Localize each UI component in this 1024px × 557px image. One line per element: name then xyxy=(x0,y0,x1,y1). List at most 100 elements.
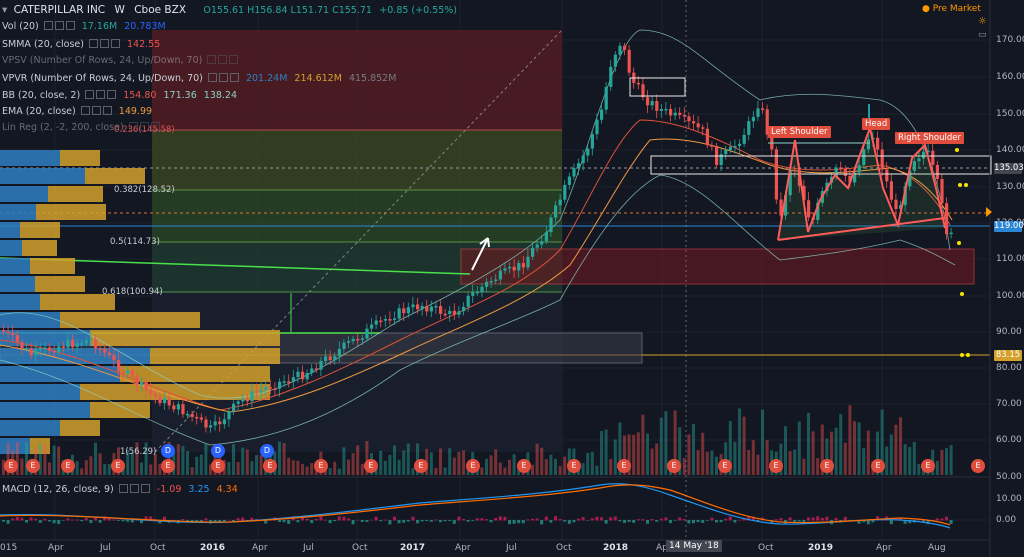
earnings-marker[interactable]: E xyxy=(26,459,40,473)
right-shoulder-label[interactable]: Right Shoulder xyxy=(895,132,964,144)
earnings-marker[interactable]: E xyxy=(466,459,480,473)
earnings-marker[interactable]: E xyxy=(971,459,985,473)
left-shoulder-label[interactable]: Left Shoulder xyxy=(768,126,831,138)
macd-histogram-bar xyxy=(669,520,672,524)
indicator-volume[interactable]: Vol (20) 17.16M 20.783M xyxy=(2,20,166,33)
macd-histogram-bar xyxy=(572,520,576,523)
indicator-ema[interactable]: EMA (20, close) 149.99 xyxy=(2,105,152,118)
dividend-marker[interactable]: D xyxy=(211,444,225,458)
earnings-marker[interactable]: E xyxy=(718,459,732,473)
volume-bar xyxy=(429,452,433,475)
earnings-marker[interactable]: E xyxy=(364,459,378,473)
volume-bar xyxy=(857,422,861,475)
macd-histogram-bar xyxy=(655,520,659,522)
earnings-marker[interactable]: E xyxy=(667,459,681,473)
time-tick: Apr xyxy=(455,543,471,553)
earnings-marker[interactable]: E xyxy=(61,459,75,473)
candle-body xyxy=(692,121,696,124)
visibility-icon[interactable] xyxy=(207,73,217,82)
indicator-vpsv[interactable]: VPSV (Number Of Rows, 24, Up/Down, 70) xyxy=(2,54,239,67)
visibility-icon[interactable] xyxy=(88,39,98,48)
earnings-marker[interactable]: E xyxy=(314,459,328,473)
candle-body xyxy=(724,150,728,155)
settings-icon[interactable] xyxy=(129,484,139,493)
settings-icon[interactable] xyxy=(218,73,228,82)
settings-icon[interactable] xyxy=(96,90,106,99)
settings-icon[interactable] xyxy=(54,21,64,30)
volume-bar xyxy=(328,468,332,475)
volume-bar xyxy=(908,447,912,475)
volume-bar xyxy=(190,467,194,475)
candle-body xyxy=(186,413,190,416)
time-tick: Aug xyxy=(928,543,946,553)
volume-bar xyxy=(839,414,843,475)
macd-histogram-bar xyxy=(337,516,341,521)
pre-market-badge[interactable]: ● Pre Market xyxy=(922,4,981,14)
earnings-marker[interactable]: E xyxy=(820,459,834,473)
interval-label[interactable]: W xyxy=(114,4,124,16)
earnings-marker[interactable]: E xyxy=(414,459,428,473)
indicator-macd[interactable]: MACD (12, 26, close, 9) -1.09 3.25 4.34 xyxy=(2,483,238,496)
candle-body xyxy=(232,403,236,412)
more-icon[interactable]: ▭ xyxy=(978,30,987,40)
dividend-marker[interactable]: D xyxy=(161,444,175,458)
candle-body xyxy=(250,391,254,402)
candle-body xyxy=(57,346,61,353)
visibility-icon[interactable] xyxy=(207,55,217,64)
close-icon[interactable] xyxy=(229,73,239,82)
indicator-vpvr[interactable]: VPVR (Number Of Rows, 24, Up/Down, 70) 2… xyxy=(2,72,396,85)
macd-histogram-bar xyxy=(816,516,820,521)
candle-body xyxy=(448,310,452,314)
macd-histogram-bar xyxy=(632,520,636,523)
candle-body xyxy=(130,370,134,377)
earnings-marker[interactable]: E xyxy=(4,459,18,473)
macd-histogram-bar xyxy=(333,520,337,522)
candle-body xyxy=(687,116,691,122)
macd-histogram-bar xyxy=(577,518,580,521)
volume-profile-up xyxy=(0,204,36,220)
volume-bar xyxy=(563,456,567,475)
earnings-marker[interactable]: E xyxy=(211,459,225,473)
visibility-icon[interactable] xyxy=(80,106,90,115)
earnings-marker[interactable]: E xyxy=(921,459,935,473)
settings-icon[interactable] xyxy=(91,106,101,115)
candle-body xyxy=(751,116,755,122)
earnings-marker[interactable]: E xyxy=(161,459,175,473)
close-icon[interactable] xyxy=(65,21,75,30)
visibility-icon[interactable] xyxy=(118,484,128,493)
volume-bar xyxy=(600,431,603,475)
settings-icon[interactable] xyxy=(99,39,109,48)
earnings-marker[interactable]: E xyxy=(567,459,581,473)
close-icon[interactable] xyxy=(229,55,239,64)
collapse-icon[interactable]: ▾ xyxy=(2,4,7,16)
earnings-marker[interactable]: E xyxy=(871,459,885,473)
close-icon[interactable] xyxy=(107,90,117,99)
macd-histogram-bar xyxy=(319,516,323,521)
earnings-marker[interactable]: E xyxy=(617,459,631,473)
settings-icon[interactable] xyxy=(218,55,228,64)
earnings-marker[interactable]: E xyxy=(769,459,783,473)
macd-histogram-bar xyxy=(429,520,433,522)
close-icon[interactable] xyxy=(140,484,150,493)
head-label[interactable]: Head xyxy=(862,118,891,130)
time-tick: 2018 xyxy=(603,543,629,553)
earnings-marker[interactable]: E xyxy=(111,459,125,473)
earnings-marker[interactable]: E xyxy=(517,459,531,473)
visibility-icon[interactable] xyxy=(43,21,53,30)
candle-body xyxy=(512,266,516,271)
symbol-name[interactable]: CATERPILLAR INC xyxy=(14,4,106,16)
candle-body xyxy=(342,342,346,349)
time-tick: Oct xyxy=(556,543,572,553)
indicator-bb[interactable]: BB (20, close, 2) 154.80 171.36 138.24 xyxy=(2,89,237,102)
indicator-smma[interactable]: SMMA (20, close) 142.55 xyxy=(2,38,160,51)
volume-bar xyxy=(278,441,281,475)
candle-body xyxy=(623,45,627,50)
close-icon[interactable] xyxy=(102,106,112,115)
close-icon[interactable] xyxy=(110,39,120,48)
candle-body xyxy=(531,247,535,257)
sun-icon[interactable]: ☼ xyxy=(978,16,987,27)
earnings-marker[interactable]: E xyxy=(263,459,277,473)
volume-bar xyxy=(98,453,102,475)
visibility-icon[interactable] xyxy=(85,90,95,99)
dividend-marker[interactable]: D xyxy=(260,444,274,458)
